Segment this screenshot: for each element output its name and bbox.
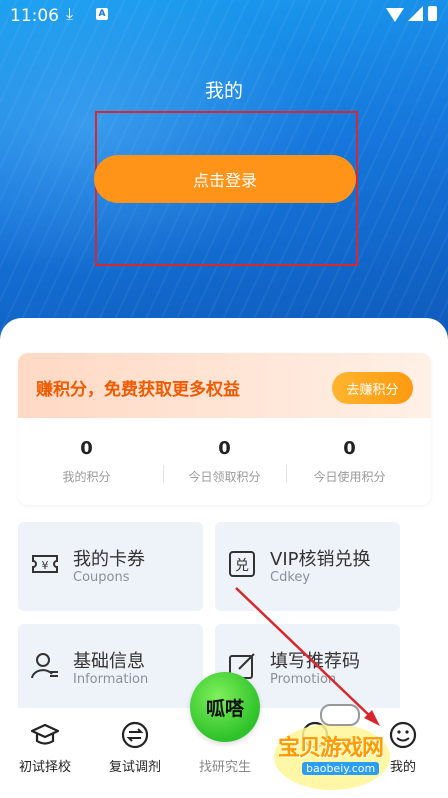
stat-today-used[interactable]: 0 今日使用积分 [281,418,418,505]
redeem-icon: 兑 [229,551,255,577]
signal-icon [408,6,423,21]
tile-title: 填写推荐码 [270,651,360,672]
coupon-icon: ¥ [32,555,58,573]
page-title: 我的 [204,80,243,102]
tile-subtitle: Promotion [270,672,337,687]
tab-retest-adjust[interactable]: 复试调剂 [90,720,180,786]
stat-value: 0 [218,438,231,459]
watermark-text: 宝贝游戏网 [278,736,384,761]
tab-label: 找研究生 [198,760,251,775]
download-icon: ⤓ [66,4,74,23]
status-bar: 11:06 ⤓ A [0,0,448,32]
stat-label: 我的积分 [62,470,111,484]
wifi-icon [386,8,404,22]
svg-text:¥: ¥ [42,559,49,572]
points-banner: 赚积分，免费获取更多权益 去赚积分 [18,353,431,418]
tile-subtitle: Coupons [73,570,130,585]
stat-label: 今日领取积分 [188,470,261,484]
tile-title: 基础信息 [73,651,145,672]
stat-label: 今日使用积分 [313,470,386,484]
battery-icon [428,6,437,21]
tile-subtitle: Information [73,672,149,687]
tab-school-selection[interactable]: 初试择校 [0,720,90,786]
graduation-cap-icon [30,723,60,745]
gamepad-icon [320,704,360,726]
status-time: 11:06 [10,6,59,26]
menu-tile-coupons[interactable]: ¥ 我的卡券 Coupons [18,522,203,611]
watermark-domain: baobeiy.com [302,762,380,775]
app-notification-icon: A [96,8,108,20]
tile-subtitle: Cdkey [270,570,311,585]
tab-label: 复试调剂 [108,760,161,775]
watermark-logo: 宝贝游戏网 baobeiy.com [268,700,398,792]
earn-points-button[interactable]: 去赚积分 [332,372,413,404]
points-stats: 0 我的积分 0 今日领取积分 0 今日使用积分 [18,418,431,505]
tab-label: 初试择校 [18,760,71,775]
tile-title: 我的卡券 [73,549,145,570]
stat-my-points[interactable]: 0 我的积分 [18,418,155,505]
login-button[interactable]: 点击登录 [94,155,356,203]
stat-today-earned[interactable]: 0 今日领取积分 [156,418,293,505]
points-card: 赚积分，免费获取更多权益 去赚积分 0 我的积分 0 今日领取积分 0 今日使用… [18,353,431,505]
menu-tile-cdkey[interactable]: 兑 VIP核销兑换 Cdkey [215,522,400,611]
center-community-button[interactable]: 呱嗒 [190,672,260,742]
user-info-icon [31,653,58,679]
stat-value: 0 [80,438,93,459]
stat-value: 0 [343,438,356,459]
tile-title: VIP核销兑换 [270,549,371,570]
menu-tile-information[interactable]: 基础信息 Information [18,624,203,713]
points-headline: 赚积分，免费获取更多权益 [36,380,240,400]
swap-icon [121,721,149,749]
svg-text:兑: 兑 [235,558,249,574]
